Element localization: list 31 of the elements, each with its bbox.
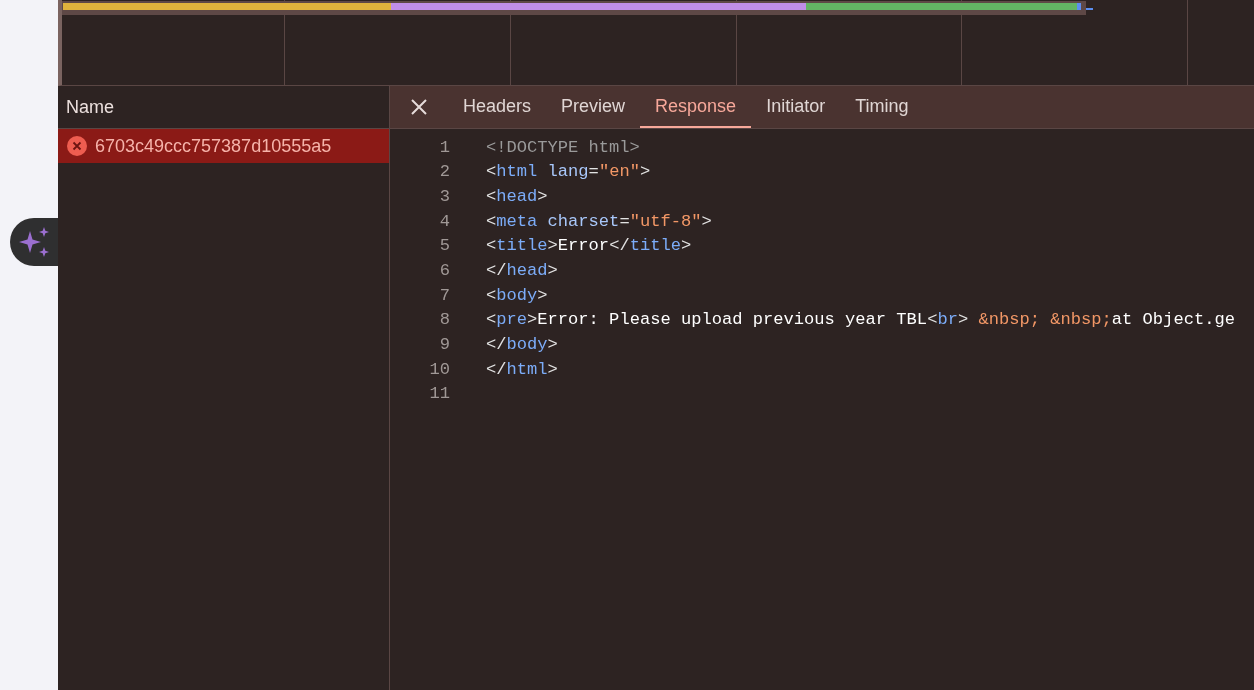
code-line: </head> [486, 259, 558, 282]
line-number: 11 [428, 383, 450, 406]
line-number: 5 [438, 235, 450, 258]
line-number: 1 [438, 136, 450, 159]
request-row[interactable]: 6703c49ccc757387d10555a5 [58, 129, 389, 163]
tab[interactable]: Initiator [751, 86, 841, 128]
line-number: 7 [438, 284, 450, 307]
line-number: 6 [438, 259, 450, 282]
line-number: 8 [438, 309, 450, 332]
code-line: <meta charset="utf-8"> [486, 210, 712, 233]
line-number: 10 [428, 358, 450, 381]
error-icon [67, 136, 87, 156]
code-line: <head> [486, 185, 548, 208]
tab[interactable]: Headers [448, 86, 547, 128]
code-line: <pre>Error: Please upload previous year TBL<br> &nbsp; &nbsp;at Object.ge [486, 309, 1235, 332]
line-number: 4 [438, 210, 450, 233]
line-number: 3 [438, 185, 450, 208]
line-number: 2 [438, 161, 450, 184]
tab[interactable]: Response [640, 86, 752, 128]
code-line: </body> [486, 334, 558, 357]
tab[interactable]: Preview [546, 86, 641, 128]
code-line: <body> [486, 284, 548, 307]
code-line: </html> [486, 358, 558, 381]
code-line: <!DOCTYPE html> [486, 136, 640, 159]
close-icon [410, 98, 428, 116]
ai-assistant-button[interactable] [10, 218, 58, 266]
column-header: Name [66, 95, 114, 119]
line-number: 9 [438, 334, 450, 357]
code-line: <title>Error</title> [486, 235, 692, 258]
code-line: <html lang="en"> [486, 161, 651, 184]
tab[interactable]: Timing [840, 86, 924, 128]
